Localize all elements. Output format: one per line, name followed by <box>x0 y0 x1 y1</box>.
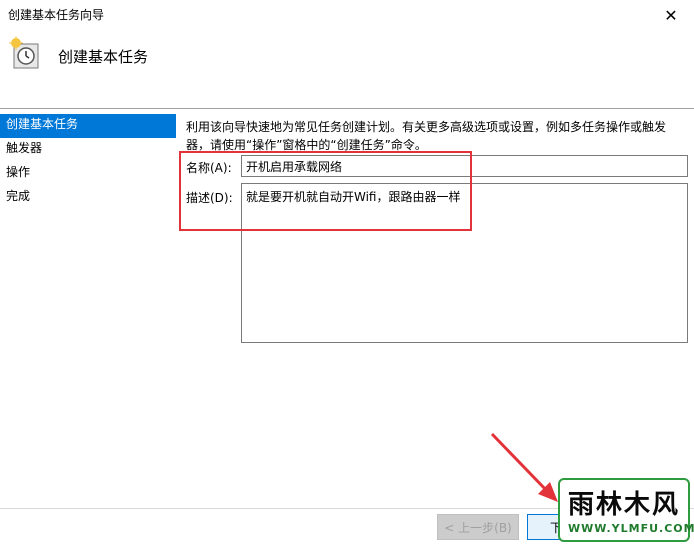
wizard-window: 创建基本任务向导 ✕ 创建基本任务 创建基本任务 触发器 操作 完成 利用该向导… <box>0 0 694 546</box>
close-icon: ✕ <box>664 5 678 25</box>
watermark-logo: 雨林木风 WWW.YLMFU.COM <box>558 478 694 542</box>
back-button[interactable]: < 上一步(B) <box>437 514 519 540</box>
close-button[interactable]: ✕ <box>648 0 694 30</box>
title-bar: 创建基本任务向导 ✕ <box>0 0 694 30</box>
header-title: 创建基本任务 <box>58 48 149 66</box>
scheduler-clock-icon <box>9 36 39 69</box>
annotation-highlight-box <box>179 151 472 231</box>
step-action[interactable]: 操作 <box>0 162 176 186</box>
wizard-steps: 创建基本任务 触发器 操作 完成 <box>0 114 176 210</box>
step-finish[interactable]: 完成 <box>0 186 176 210</box>
wizard-header: 创建基本任务 <box>0 30 694 108</box>
watermark-brand: 雨林木风 <box>568 490 681 520</box>
window-title: 创建基本任务向导 <box>8 8 105 22</box>
step-create-basic-task[interactable]: 创建基本任务 <box>0 114 176 138</box>
annotation-arrow-icon <box>490 432 558 502</box>
header-divider <box>0 108 694 109</box>
step-trigger[interactable]: 触发器 <box>0 138 176 162</box>
wizard-description: 利用该向导快速地为常见任务创建计划。有关更多高级选项或设置，例如多任务操作或触发… <box>186 120 667 152</box>
watermark-url: WWW.YLMFU.COM <box>568 522 694 535</box>
